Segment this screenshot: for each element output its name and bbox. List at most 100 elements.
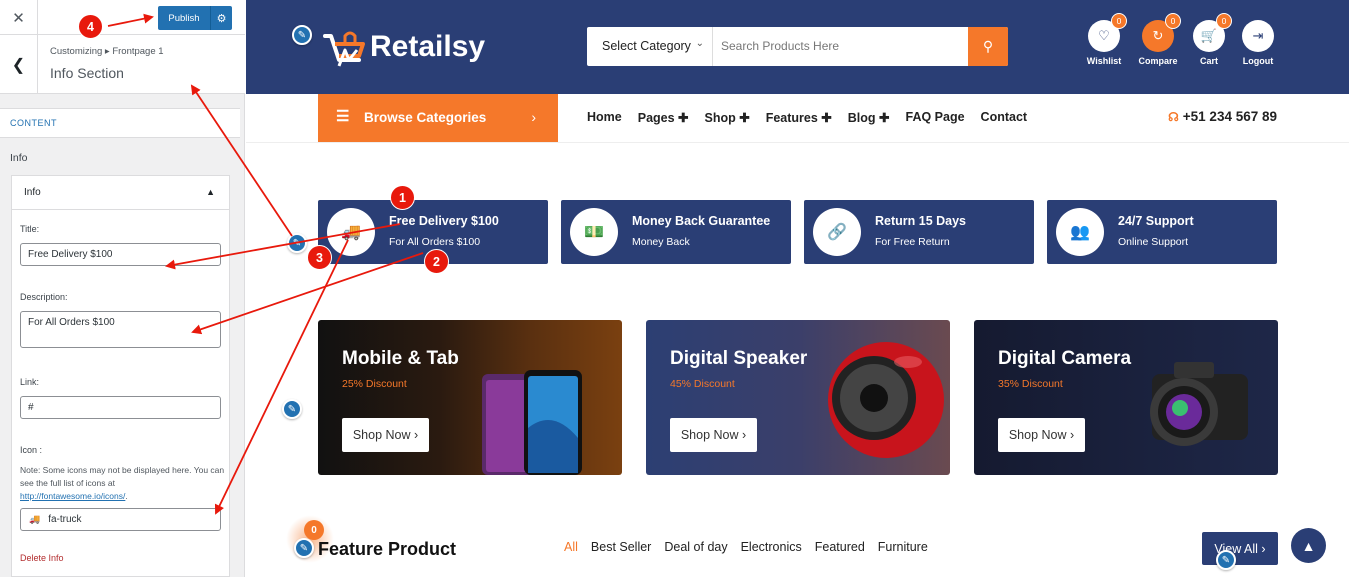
- camera-image: [1150, 362, 1248, 446]
- info-box-title: Return 15 Days: [875, 214, 967, 228]
- menu-shop[interactable]: Shop ✚: [705, 110, 750, 125]
- list-icon: ☰: [336, 108, 350, 125]
- feature-badge: 0: [304, 520, 324, 540]
- back-arrow-icon[interactable]: ❮: [0, 35, 38, 94]
- site-preview: Retailsy Select Category ⌄ Search Product…: [246, 0, 1349, 577]
- delete-info-link[interactable]: Delete Info: [20, 553, 64, 563]
- link-field[interactable]: #: [20, 396, 221, 419]
- icon-field-value: fa-truck: [48, 514, 82, 525]
- annotation-number-3: 3: [307, 245, 332, 270]
- section-title: Info Section: [50, 65, 124, 81]
- search-input[interactable]: Search Products Here: [721, 39, 839, 53]
- tab-all[interactable]: All: [564, 540, 578, 554]
- edit-pencil-icon[interactable]: ✎: [294, 538, 314, 558]
- category-select[interactable]: Select Category ⌄: [587, 27, 713, 66]
- gear-icon[interactable]: ⚙: [210, 6, 232, 30]
- info-box-subtitle: Online Support: [1118, 236, 1189, 248]
- money-icon: 💵: [570, 208, 618, 256]
- info-box-title: 24/7 Support: [1118, 214, 1194, 228]
- info-box-support[interactable]: 👥 24/7 Support Online Support: [1047, 200, 1277, 264]
- menu-faq[interactable]: FAQ Page: [906, 110, 965, 125]
- info-box-subtitle: Money Back: [632, 236, 690, 248]
- logout-icon[interactable]: ⇥: [1242, 20, 1274, 52]
- icon-label: Icon :: [20, 445, 43, 455]
- logo-icon[interactable]: [319, 26, 367, 70]
- section-header: ❮ Customizing ▸ Frontpage 1 Info Section: [0, 35, 245, 94]
- repeater-item-header[interactable]: Info ▲: [12, 176, 229, 210]
- phone-number[interactable]: ☊ +51 234 567 89: [1168, 109, 1277, 124]
- info-box-subtitle: For Free Return: [875, 236, 950, 248]
- description-label: Description:: [20, 292, 68, 302]
- edit-pencil-icon[interactable]: ✎: [287, 233, 307, 253]
- title-field[interactable]: Free Delivery $100: [20, 243, 221, 266]
- shop-now-button[interactable]: Shop Now ›: [342, 418, 429, 452]
- caret-up-icon[interactable]: ▲: [206, 187, 215, 197]
- publish-button[interactable]: Publish: [158, 6, 210, 30]
- tab-best-seller[interactable]: Best Seller: [591, 540, 651, 554]
- info-box-return[interactable]: 🔗 Return 15 Days For Free Return: [804, 200, 1034, 264]
- logo-text[interactable]: Retailsy: [370, 30, 485, 64]
- icon-note: Note: Some icons may not be displayed he…: [20, 465, 225, 501]
- tab-deal-of-day[interactable]: Deal of day: [664, 540, 727, 554]
- main-nav: ☰ Browse Categories › Home Pages ✚ Shop …: [246, 94, 1349, 143]
- speaker-image: [828, 342, 944, 458]
- menu-pages[interactable]: Pages ✚: [638, 110, 689, 125]
- feature-title: Feature Product: [318, 539, 457, 559]
- menu-features[interactable]: Features ✚: [766, 110, 832, 125]
- browse-categories-label: Browse Categories: [364, 110, 487, 125]
- description-field[interactable]: For All Orders $100: [20, 311, 221, 348]
- tab-furniture[interactable]: Furniture: [878, 540, 928, 554]
- banner-title: Digital Speaker: [670, 348, 808, 369]
- tab-electronics[interactable]: Electronics: [741, 540, 802, 554]
- banner-speaker[interactable]: Digital Speaker 45% Discount Shop Now ›: [646, 320, 950, 475]
- group-label: Info: [10, 152, 28, 164]
- customizer-panel: ✕ Publish ⚙ ❮ Customizing ▸ Frontpage 1 …: [0, 0, 245, 577]
- logout-label[interactable]: Logout: [1228, 56, 1288, 66]
- phones-image: [482, 370, 582, 475]
- icon-field[interactable]: 🚚 fa-truck: [20, 508, 221, 531]
- chevron-right-icon: ›: [531, 109, 536, 125]
- shop-now-button[interactable]: Shop Now ›: [670, 418, 757, 452]
- fontawesome-link[interactable]: http://fontawesome.io/icons/: [20, 491, 125, 501]
- site-header: Retailsy Select Category ⌄ Search Product…: [246, 0, 1349, 94]
- scroll-to-top-button[interactable]: ▲: [1291, 528, 1326, 563]
- tab-content[interactable]: CONTENT: [0, 108, 240, 138]
- shop-now-button[interactable]: Shop Now ›: [998, 418, 1085, 452]
- tab-content-label: CONTENT: [10, 118, 57, 128]
- link-icon: 🔗: [813, 208, 861, 256]
- view-all-button[interactable]: View All ›: [1202, 532, 1278, 565]
- arrow-up-icon: ▲: [1301, 537, 1316, 554]
- banner-camera[interactable]: Digital Camera 35% Discount Shop Now ›: [974, 320, 1278, 475]
- icon-note-text: Note: Some icons may not be displayed he…: [20, 465, 225, 488]
- annotation-number-2: 2: [424, 249, 449, 274]
- banner-mobile[interactable]: Mobile & Tab 25% Discount Shop Now ›: [318, 320, 622, 475]
- menu-contact[interactable]: Contact: [981, 110, 1028, 125]
- menu-home[interactable]: Home: [587, 110, 622, 125]
- menu-blog[interactable]: Blog ✚: [848, 110, 890, 125]
- search-icon: ⚲: [982, 38, 994, 54]
- edit-pencil-icon[interactable]: ✎: [1216, 550, 1236, 570]
- banner-discount: 45% Discount: [670, 378, 735, 390]
- annotation-number-4: 4: [78, 14, 103, 39]
- search-button[interactable]: ⚲: [968, 27, 1008, 66]
- info-box-title: Money Back Guarantee: [632, 214, 771, 228]
- breadcrumb: Customizing ▸ Frontpage 1: [50, 46, 164, 57]
- wishlist-label[interactable]: Wishlist: [1074, 56, 1134, 66]
- banner-discount: 25% Discount: [342, 378, 407, 390]
- headset-icon: ☊: [1168, 110, 1179, 124]
- info-box-title: Free Delivery $100: [389, 214, 499, 228]
- menu: Home Pages ✚ Shop ✚ Features ✚ Blog ✚ FA…: [587, 110, 1027, 125]
- close-icon[interactable]: ✕: [0, 0, 38, 35]
- banner-title: Mobile & Tab: [342, 348, 459, 369]
- chevron-down-icon: ⌄: [695, 38, 704, 49]
- edit-pencil-icon[interactable]: ✎: [282, 399, 302, 419]
- edit-pencil-icon[interactable]: ✎: [292, 25, 312, 45]
- info-box-money-back[interactable]: 💵 Money Back Guarantee Money Back: [561, 200, 791, 264]
- info-box-subtitle: For All Orders $100: [389, 236, 481, 248]
- repeater-item-label: Info: [24, 187, 41, 198]
- phone-text: +51 234 567 89: [1182, 109, 1277, 124]
- truck-icon: 🚚: [327, 208, 375, 256]
- browse-categories-button[interactable]: ☰ Browse Categories ›: [318, 94, 558, 142]
- users-icon: 👥: [1056, 208, 1104, 256]
- tab-featured[interactable]: Featured: [815, 540, 865, 554]
